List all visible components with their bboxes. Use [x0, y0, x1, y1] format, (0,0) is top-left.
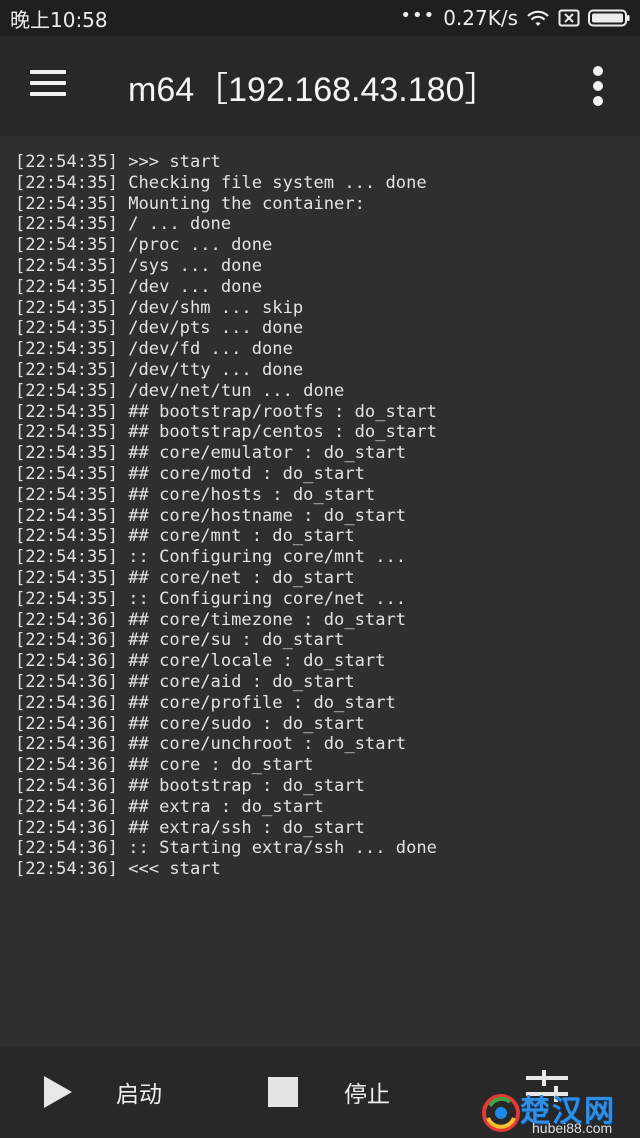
log-line: [22:54:35] ## core/emulator : do_start [15, 443, 407, 464]
status-time: 晚上10:58 [10, 7, 108, 32]
log-line: [22:54:35] /sys ... done [15, 255, 262, 276]
log-line: [22:54:36] <<< start [15, 859, 221, 880]
log-line: [22:54:36] ## core/unchroot : do_start [15, 734, 407, 755]
stop-button[interactable]: 停止 [268, 1046, 390, 1138]
log-line: [22:54:35] ## core/motd : do_start [15, 463, 365, 484]
log-line: [22:54:35] /dev ... done [15, 276, 262, 297]
log-line: [22:54:35] ## core/net : do_start [15, 567, 355, 588]
log-line: [22:54:35] /proc ... done [15, 235, 273, 256]
log-line: [22:54:35] ## bootstrap/centos : do_star… [15, 422, 437, 443]
log-line: [22:54:35] >>> start [15, 152, 221, 172]
hamburger-menu-icon[interactable] [30, 70, 66, 98]
log-line: [22:54:35] /dev/net/tun ... done [15, 380, 345, 401]
more-notifications-icon: ••• [400, 4, 436, 26]
log-line: [22:54:36] ## core : do_start [15, 755, 314, 776]
log-line: [22:54:36] ## extra : do_start [15, 796, 324, 817]
app-bar: m64［192.168.43.180］ [0, 36, 640, 136]
start-label: 启动 [116, 1082, 162, 1108]
log-line: [22:54:35] / ... done [15, 214, 232, 235]
watermark-url: hubei88.com [532, 1120, 613, 1136]
watermark: 楚汉网 hubei88.com [476, 1086, 640, 1138]
log-line: [22:54:35] /dev/fd ... done [15, 339, 293, 360]
log-line: [22:54:35] /dev/shm ... skip [15, 297, 304, 318]
log-line: [22:54:36] ## core/sudo : do_start [15, 713, 365, 734]
log-line: [22:54:35] /dev/tty ... done [15, 359, 304, 380]
log-line: [22:54:36] ## core/su : do_start [15, 630, 345, 651]
log-line: [22:54:35] ## core/mnt : do_start [15, 526, 355, 547]
log-line: [22:54:36] ## bootstrap : do_start [15, 775, 365, 796]
stop-label: 停止 [344, 1082, 390, 1108]
watermark-logo-icon [480, 1092, 522, 1134]
status-bar: 晚上10:58 ••• 0.27K/s [0, 0, 640, 36]
log-line: [22:54:35] :: Configuring core/net ... [15, 588, 407, 609]
log-line: [22:54:35] /dev/pts ... done [15, 318, 304, 339]
play-icon [44, 1076, 72, 1108]
log-line: [22:54:36] ## core/aid : do_start [15, 671, 355, 692]
wifi-icon [526, 8, 550, 28]
log-line: [22:54:36] ## extra/ssh : do_start [15, 817, 365, 838]
log-output[interactable]: [22:54:35] >>> start [22:54:35] Checking… [0, 136, 640, 1046]
network-speed: 0.27K/s [443, 6, 518, 30]
log-line: [22:54:35] ## core/hosts : do_start [15, 484, 376, 505]
log-line: [22:54:36] ## core/profile : do_start [15, 692, 396, 713]
status-right: ••• 0.27K/s [400, 4, 630, 30]
log-line: [22:54:35] :: Configuring core/mnt ... [15, 547, 407, 568]
no-sim-icon [558, 9, 580, 27]
log-line: [22:54:36] ## core/locale : do_start [15, 651, 386, 672]
more-vert-icon[interactable] [592, 66, 604, 106]
log-line: [22:54:35] ## core/hostname : do_start [15, 505, 407, 526]
log-line: [22:54:36] :: Starting extra/ssh ... don… [15, 838, 437, 859]
log-line: [22:54:35] Checking file system ... done [15, 172, 427, 193]
status-left: 晚上10:58 [10, 4, 108, 33]
stop-icon [268, 1077, 298, 1107]
page-title: m64［192.168.43.180］ [128, 71, 499, 109]
log-line: [22:54:36] ## core/timezone : do_start [15, 609, 407, 630]
log-line: [22:54:35] Mounting the container: [15, 193, 365, 214]
log-line: [22:54:35] ## bootstrap/rootfs : do_star… [15, 401, 437, 422]
battery-icon [588, 9, 630, 27]
start-button[interactable]: 启动 [44, 1046, 162, 1138]
